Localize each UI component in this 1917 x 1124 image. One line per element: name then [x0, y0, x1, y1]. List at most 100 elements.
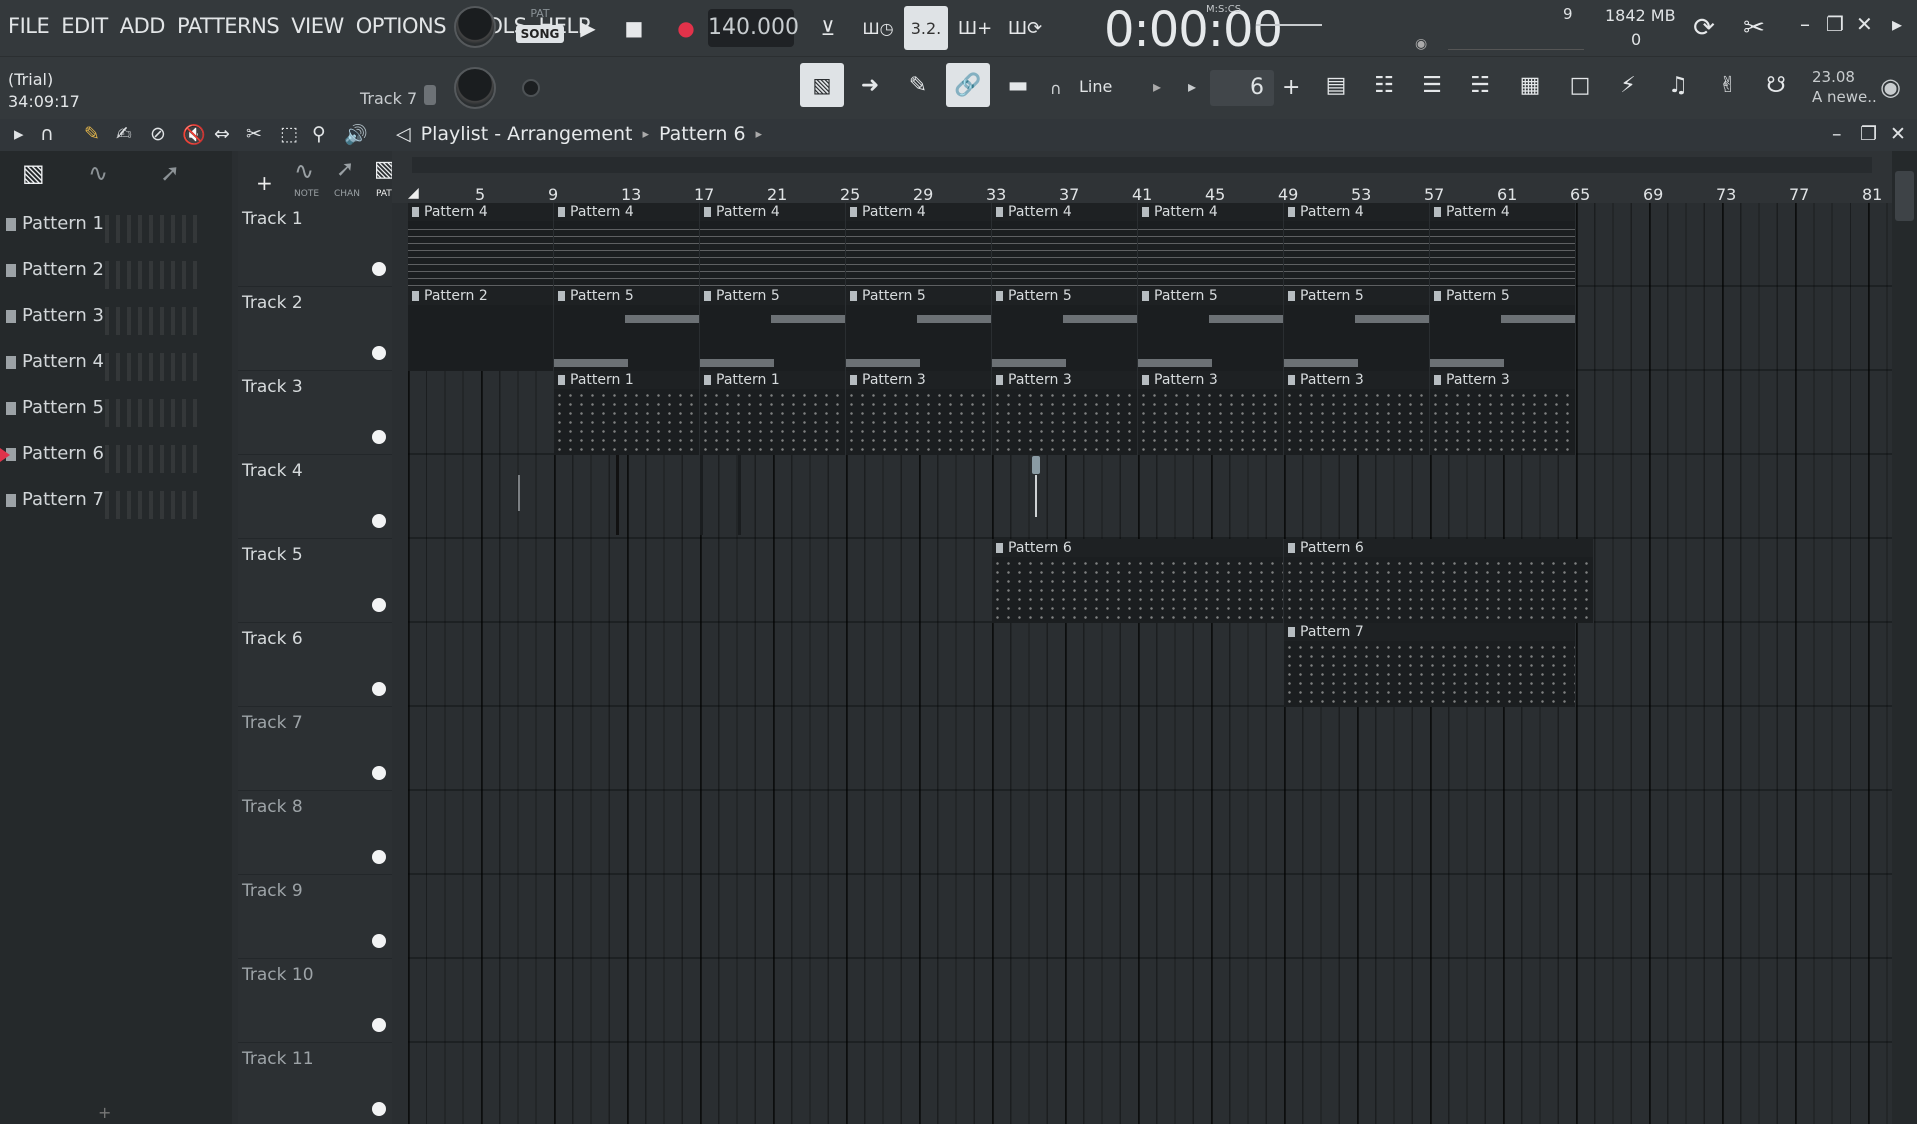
- vertical-scroll-thumb[interactable]: [1895, 171, 1914, 221]
- audio-tab-icon[interactable]: ∿: [88, 159, 108, 187]
- track-header[interactable]: Track 2: [238, 287, 392, 371]
- track-header[interactable]: Track 8: [238, 791, 392, 875]
- options-arrow-icon[interactable]: ▸: [14, 123, 24, 145]
- playlist-clip[interactable]: Pattern 3: [992, 371, 1138, 455]
- pattern-list-item[interactable]: Pattern 5: [0, 393, 206, 439]
- playlist-clip[interactable]: Pattern 4: [700, 203, 846, 287]
- playlist-clip[interactable]: Pattern 5: [1138, 287, 1284, 371]
- close-button[interactable]: ✕: [1856, 12, 1873, 36]
- breadcrumb-pattern[interactable]: Pattern 6: [659, 123, 745, 145]
- pattern-list-item[interactable]: Pattern 6: [0, 439, 206, 485]
- project-button[interactable]: □: [1558, 63, 1602, 107]
- playlist-clip[interactable]: Pattern 7: [1284, 623, 1576, 707]
- add-track-button[interactable]: +: [256, 171, 273, 195]
- metronome-button[interactable]: ⊻: [806, 6, 850, 50]
- channel-rack-button[interactable]: ☰: [1410, 63, 1454, 107]
- playlist-button[interactable]: ▤: [1314, 63, 1358, 107]
- minimize-button[interactable]: –: [1800, 12, 1810, 36]
- playlist-grid[interactable]: Pattern 4 Pattern 4 Pattern 4 Pattern 4 Patt…: [408, 203, 1892, 1124]
- play-button[interactable]: ▶: [566, 6, 610, 50]
- slice-tool-icon[interactable]: ✂: [246, 123, 262, 145]
- breadcrumb-playlist[interactable]: Playlist - Arrangement: [421, 123, 633, 145]
- playlist-clip[interactable]: Pattern 4: [1430, 203, 1576, 287]
- stop-button[interactable]: ■: [612, 6, 656, 50]
- step-edit-button[interactable]: Ш+: [953, 6, 997, 50]
- automation-clip-marker[interactable]: [1032, 456, 1040, 474]
- master-pitch-knob[interactable]: [454, 67, 496, 109]
- pattern-list-item[interactable]: Pattern 1: [0, 209, 206, 255]
- track-mute-toggle[interactable]: [372, 934, 386, 948]
- playlist-clip[interactable]: Pattern 4: [554, 203, 700, 287]
- mixer-button[interactable]: ☵: [1458, 63, 1502, 107]
- playlist-clip[interactable]: Pattern 5: [554, 287, 700, 371]
- zoom-tool-icon[interactable]: ⚲: [312, 123, 326, 145]
- playlist-restore-button[interactable]: ❐: [1860, 123, 1877, 145]
- pattern-list-item[interactable]: Pattern 3: [0, 301, 206, 347]
- playlist-clip[interactable]: Pattern 4: [992, 203, 1138, 287]
- shop-button[interactable]: ☋: [1754, 63, 1798, 107]
- playlist-clip[interactable]: Pattern 5: [992, 287, 1138, 371]
- playlist-clip[interactable]: Pattern 4: [1138, 203, 1284, 287]
- note-mode-icon[interactable]: ∿: [294, 157, 314, 185]
- menu-add[interactable]: ADD: [120, 14, 166, 38]
- track-mute-toggle[interactable]: [372, 850, 386, 864]
- pattern-list-item[interactable]: Pattern 4: [0, 347, 206, 393]
- vertical-scrollbar[interactable]: [1892, 151, 1917, 1124]
- track-header[interactable]: Track 3: [238, 371, 392, 455]
- mute-tool-icon[interactable]: 🔇: [182, 123, 206, 146]
- select-tool-icon[interactable]: ⬚: [280, 123, 298, 145]
- help-button[interactable]: ✌: [1706, 63, 1750, 107]
- link-button[interactable]: 🔗: [946, 63, 990, 107]
- playlist-clip[interactable]: Pattern 3: [1138, 371, 1284, 455]
- slip-tool-icon[interactable]: ⇔: [214, 123, 230, 145]
- menu-edit[interactable]: EDIT: [61, 14, 108, 38]
- plugin-button[interactable]: ⚡: [1606, 63, 1650, 107]
- tempo-display[interactable]: 140.000: [708, 9, 799, 47]
- mic-button[interactable]: ♫: [1656, 63, 1700, 107]
- track-mute-toggle[interactable]: [372, 682, 386, 696]
- song-time-display[interactable]: 0:00:00: [1104, 2, 1283, 58]
- undo-history-button[interactable]: ⟳: [1682, 6, 1726, 50]
- draw-tool-icon[interactable]: ✎: [84, 123, 100, 145]
- track-header[interactable]: Track 7: [238, 707, 392, 791]
- master-volume-knob[interactable]: [454, 6, 496, 48]
- pattern-prev-button[interactable]: ▸: [1188, 77, 1196, 96]
- playlist-clip[interactable]: Pattern 5: [1430, 287, 1576, 371]
- playlist-clip[interactable]: Pattern 5: [846, 287, 992, 371]
- metronome-tool-button[interactable]: ▬: [996, 63, 1040, 107]
- browser-button[interactable]: ▦: [1508, 63, 1552, 107]
- track-mute-toggle[interactable]: [372, 766, 386, 780]
- track-header[interactable]: Track 10: [238, 959, 392, 1043]
- piano-tab-icon[interactable]: ▧: [22, 159, 45, 187]
- playlist-clip[interactable]: Pattern 5: [700, 287, 846, 371]
- record-button[interactable]: ●: [664, 6, 708, 50]
- news-panel[interactable]: 23.08 A newe..: [1812, 67, 1877, 107]
- track-mute-toggle[interactable]: [372, 346, 386, 360]
- playhead-marker-icon[interactable]: ◢: [408, 185, 419, 201]
- playlist-clip[interactable]: Pattern 1: [554, 371, 700, 455]
- track-header[interactable]: Track 11: [238, 1043, 392, 1124]
- pattern-list-item[interactable]: Pattern 2: [0, 255, 206, 301]
- piano-roll-button[interactable]: ▧: [800, 63, 844, 107]
- timeline-ruler[interactable]: ◢ 5 9 13 17 21 25 29 33 37 41 45 49 53 57 61 65 69 73 77 81: [392, 151, 1892, 204]
- pencil-tool-button[interactable]: ✎: [896, 63, 940, 107]
- add-pattern-icon[interactable]: +: [98, 1103, 111, 1122]
- chan-mode-icon[interactable]: ➚: [336, 157, 354, 182]
- wait-for-input-button[interactable]: Ш◷: [856, 6, 900, 50]
- track-mute-toggle[interactable]: [372, 1018, 386, 1032]
- track-mute-toggle[interactable]: [372, 598, 386, 612]
- playlist-minimize-button[interactable]: –: [1832, 123, 1842, 145]
- pattern-list-item[interactable]: Pattern 7: [0, 485, 206, 531]
- loop-record-button[interactable]: Ш⟳: [1003, 6, 1047, 50]
- menu-file[interactable]: FILE: [8, 14, 50, 38]
- horizontal-scrollbar[interactable]: [412, 157, 1872, 173]
- small-knob[interactable]: [522, 79, 540, 97]
- globe-icon[interactable]: ◉: [1880, 73, 1901, 101]
- playlist-clip[interactable]: Pattern 3: [846, 371, 992, 455]
- playlist-clip[interactable]: Pattern 3: [1284, 371, 1430, 455]
- track-header[interactable]: Track 5: [238, 539, 392, 623]
- expand-arrow-icon[interactable]: ▸: [1892, 12, 1902, 36]
- piano-roll-window-button[interactable]: ☷: [1362, 63, 1406, 107]
- playlist-clip[interactable]: Pattern 6: [1284, 539, 1595, 623]
- menu-options[interactable]: OPTIONS: [356, 14, 447, 38]
